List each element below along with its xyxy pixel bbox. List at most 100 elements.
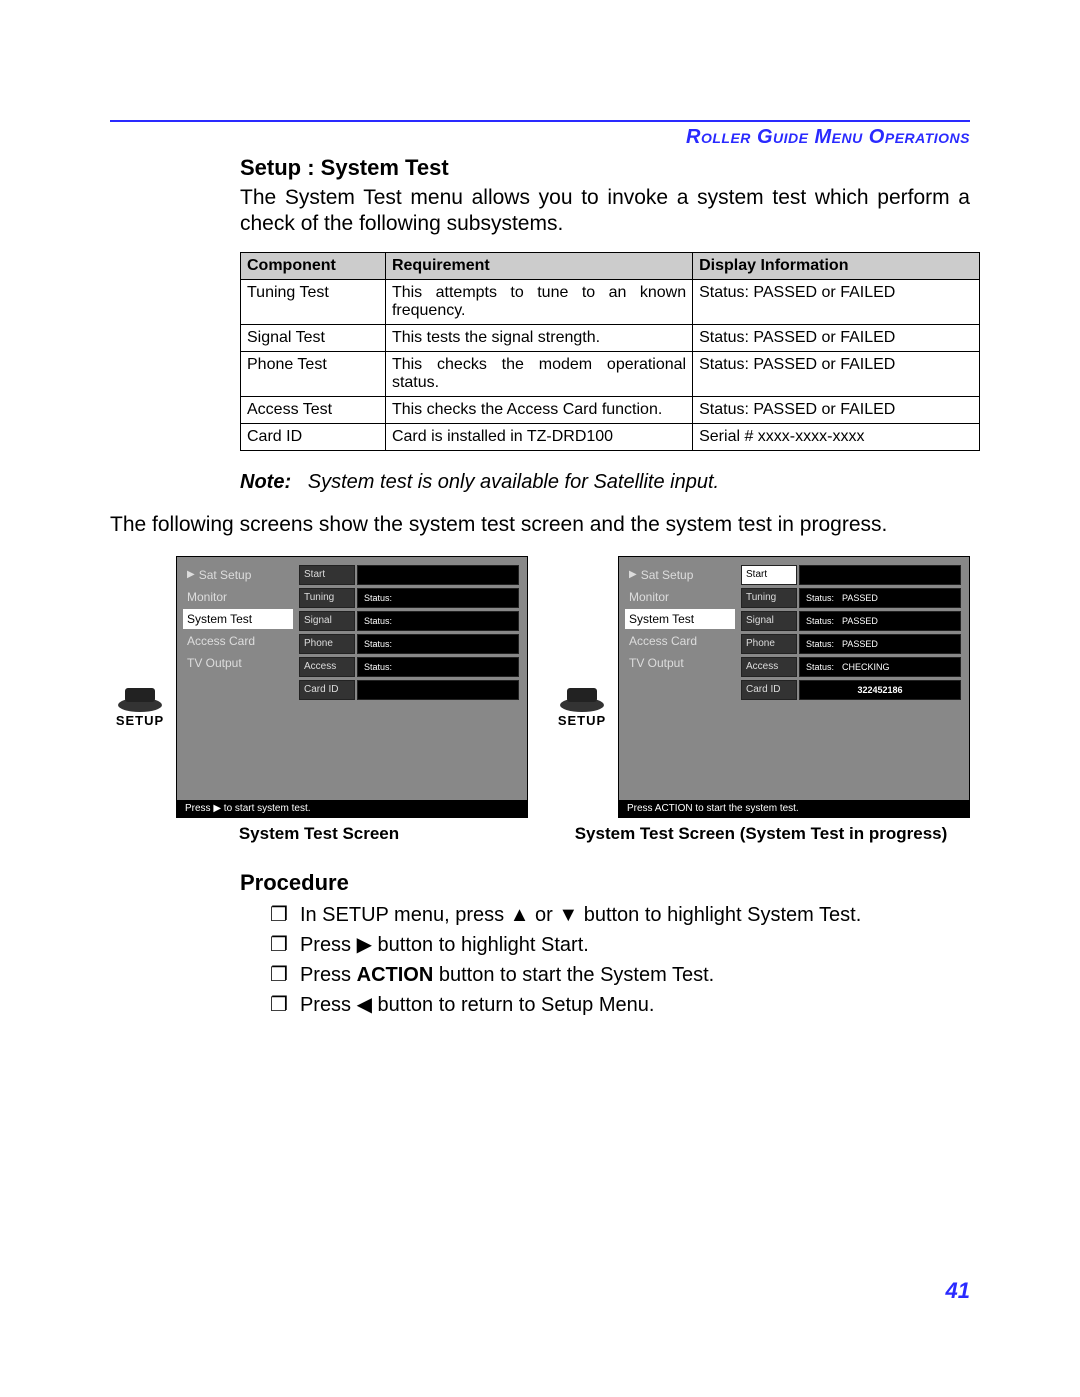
- table-row: Tuning Test This attempts to tune to an …: [241, 279, 980, 324]
- status-field: Status:: [357, 588, 519, 608]
- cardid-field: 322452186: [799, 680, 961, 700]
- page-number: 41: [110, 1278, 970, 1304]
- procedure-title: Procedure: [240, 870, 970, 896]
- status-label-text: Status:: [806, 662, 834, 672]
- sidebar-item-label: Monitor: [629, 590, 669, 604]
- status-label-text: Status:: [806, 639, 834, 649]
- sidebar-item-sat-setup[interactable]: ▶ Sat Setup: [625, 565, 735, 585]
- right-arrow-icon: ▶: [187, 569, 195, 580]
- cell: Card ID: [241, 423, 386, 450]
- cell: Status: PASSED or FAILED: [693, 351, 980, 396]
- sidebar-item-label: Sat Setup: [199, 568, 252, 582]
- cardid-label: Card ID: [299, 680, 355, 700]
- bullet-icon: ❐: [270, 992, 288, 1018]
- status-label-text: Status:: [364, 593, 392, 603]
- procedure-text: In SETUP menu, press ▲ or ▼ button to hi…: [300, 902, 861, 928]
- status-value: PASSED: [842, 593, 954, 603]
- th-component: Component: [241, 252, 386, 279]
- sidebar-item-access-card[interactable]: Access Card: [183, 631, 293, 651]
- table-row: Access Test This checks the Access Card …: [241, 396, 980, 423]
- table-row: Phone Test This checks the modem operati…: [241, 351, 980, 396]
- sidebar-item-access-card[interactable]: Access Card: [625, 631, 735, 651]
- status-field: Status: PASSED: [799, 588, 961, 608]
- row-label: Phone: [741, 634, 797, 654]
- note-label: Note:: [240, 471, 291, 493]
- note-text: System test is only available for Satell…: [308, 471, 719, 493]
- page-header: Roller Guide Menu Operations: [110, 126, 970, 149]
- sidebar-item-monitor[interactable]: Monitor: [625, 587, 735, 607]
- sidebar-item-label: System Test: [629, 612, 694, 626]
- sidebar-item-system-test[interactable]: System Test: [625, 609, 735, 629]
- setup-icon-label: SETUP: [116, 713, 164, 728]
- right-arrow-icon: ▶: [629, 569, 637, 580]
- sidebar-item-label: System Test: [187, 612, 252, 626]
- start-button[interactable]: Start: [299, 565, 355, 585]
- cell: Tuning Test: [241, 279, 386, 324]
- section-title: Setup : System Test: [240, 155, 970, 181]
- status-label-text: Status:: [806, 616, 834, 626]
- status-label-text: Status:: [806, 593, 834, 603]
- cell: This checks the Access Card function.: [385, 396, 692, 423]
- sidebar-item-monitor[interactable]: Monitor: [183, 587, 293, 607]
- row-label: Tuning: [299, 588, 355, 608]
- sidebar-item-label: TV Output: [629, 656, 684, 670]
- cardid-value: 322452186: [857, 685, 902, 695]
- cell: Status: PASSED or FAILED: [693, 396, 980, 423]
- row-label: Access: [741, 657, 797, 677]
- status-label-text: Status:: [364, 662, 392, 672]
- status-value: PASSED: [842, 616, 954, 626]
- sidebar-item-label: Access Card: [629, 634, 697, 648]
- cell: Signal Test: [241, 324, 386, 351]
- sidebar-item-label: Access Card: [187, 634, 255, 648]
- sidebar-item-tv-output[interactable]: TV Output: [625, 653, 735, 673]
- procedure-item: ❐Press ▶ button to highlight Start.: [270, 932, 970, 958]
- procedure-item: ❐In SETUP menu, press ▲ or ▼ button to h…: [270, 902, 970, 928]
- cardid-label: Card ID: [741, 680, 797, 700]
- procedure-text: Press ▶ button to highlight Start.: [300, 932, 589, 958]
- tv-screen-right: ▶ Sat Setup Monitor System Test Access Ca…: [618, 556, 970, 818]
- sidebar-item-label: Sat Setup: [641, 568, 694, 582]
- sidebar-item-label: Monitor: [187, 590, 227, 604]
- table-row: Signal Test This tests the signal streng…: [241, 324, 980, 351]
- bullet-icon: ❐: [270, 962, 288, 988]
- setup-icon-label: SETUP: [558, 713, 606, 728]
- screen-caption-left: System Test Screen: [239, 824, 399, 844]
- row-label: Access: [299, 657, 355, 677]
- cell: Status: PASSED or FAILED: [693, 279, 980, 324]
- sidebar-item-tv-output[interactable]: TV Output: [183, 653, 293, 673]
- start-button[interactable]: Start: [741, 565, 797, 585]
- note: Note: System test is only available for …: [240, 471, 970, 494]
- procedure-text: Press ◀ button to return to Setup Menu.: [300, 992, 654, 1018]
- th-requirement: Requirement: [385, 252, 692, 279]
- sidebar-item-sat-setup[interactable]: ▶ Sat Setup: [183, 565, 293, 585]
- row-label: Signal: [741, 611, 797, 631]
- requirement-table: Component Requirement Display Informatio…: [240, 252, 980, 451]
- row-label: Signal: [299, 611, 355, 631]
- th-display: Display Information: [693, 252, 980, 279]
- start-field: [357, 565, 519, 585]
- cell: Status: PASSED or FAILED: [693, 324, 980, 351]
- status-field: Status: PASSED: [799, 611, 961, 631]
- status-label-text: Status:: [364, 616, 392, 626]
- tv-footer: Press ACTION to start the system test.: [619, 800, 969, 817]
- status-value: PASSED: [842, 639, 954, 649]
- tv-footer: Press ▶ to start system test.: [177, 800, 527, 817]
- screens-intro: The following screens show the system te…: [110, 512, 970, 538]
- screen-right: SETUP ▶ Sat Setup Monitor System Test Acc…: [552, 556, 970, 844]
- sidebar-item-system-test[interactable]: System Test: [183, 609, 293, 629]
- procedure-text: Press ACTION button to start the System …: [300, 962, 714, 988]
- status-field: Status: CHECKING: [799, 657, 961, 677]
- cell: Access Test: [241, 396, 386, 423]
- status-field: Status:: [357, 657, 519, 677]
- status-value: CHECKING: [842, 662, 954, 672]
- row-label: Tuning: [741, 588, 797, 608]
- sidebar: ▶ Sat Setup Monitor System Test Access Ca…: [177, 557, 299, 800]
- procedure-item: ❐ Press ACTION button to start the System…: [270, 962, 970, 988]
- cell: Card is installed in TZ-DRD100: [385, 423, 692, 450]
- cardid-field: [357, 680, 519, 700]
- start-field: [799, 565, 961, 585]
- setup-icon: SETUP: [110, 683, 170, 728]
- procedure-item: ❐ Press ◀ button to return to Setup Menu.: [270, 992, 970, 1018]
- tv-main: Start Tuning Status: PASSED Signal Status…: [741, 557, 969, 800]
- row-label: Phone: [299, 634, 355, 654]
